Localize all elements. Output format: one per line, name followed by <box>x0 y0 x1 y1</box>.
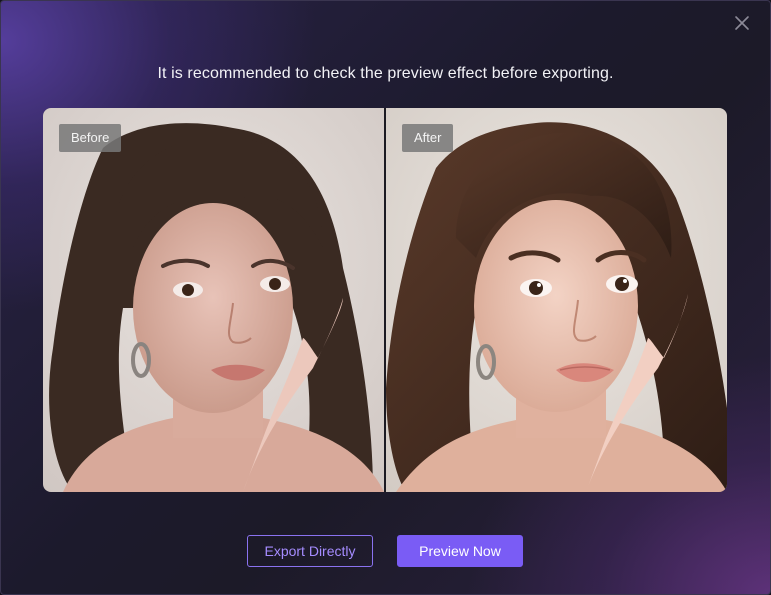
comparison-view: Before After <box>43 108 727 492</box>
preview-now-button[interactable]: Preview Now <box>397 535 523 567</box>
dialog-message: It is recommended to check the preview e… <box>157 65 614 82</box>
export-dialog: It is recommended to check the preview e… <box>0 0 771 595</box>
close-icon <box>735 16 749 30</box>
after-image: After <box>386 108 727 492</box>
before-image: Before <box>43 108 384 492</box>
export-directly-button[interactable]: Export Directly <box>247 535 373 567</box>
after-label: After <box>402 124 454 152</box>
before-label: Before <box>59 124 122 152</box>
close-button[interactable] <box>732 13 752 33</box>
